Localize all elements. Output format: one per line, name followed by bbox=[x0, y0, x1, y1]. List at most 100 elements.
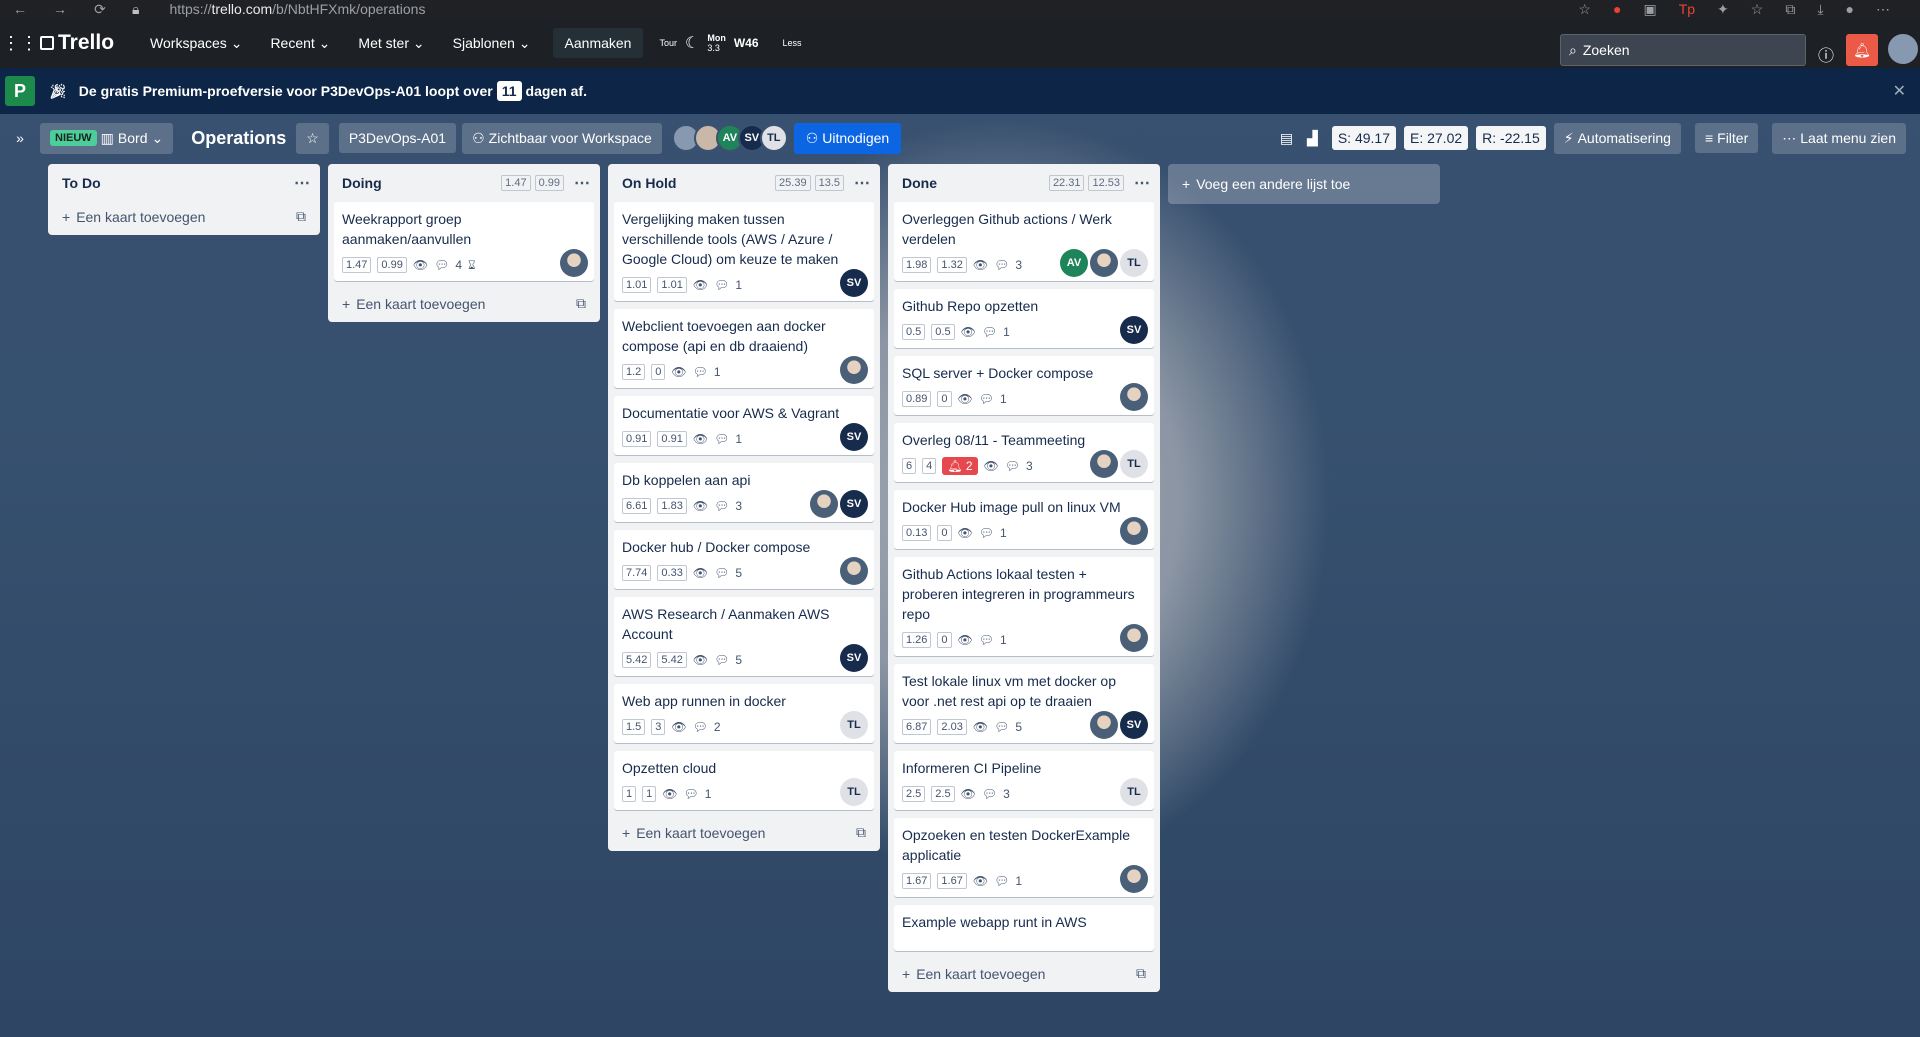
menu-workspaces[interactable]: Workspaces ⌄ bbox=[138, 29, 254, 58]
address-bar[interactable]: https://trello.com/b/NbtHFXmk/operations bbox=[169, 1, 425, 17]
card-template-icon[interactable]: ⧉ bbox=[576, 295, 586, 312]
menu-recent[interactable]: Recent ⌄ bbox=[258, 29, 342, 58]
chart-icon[interactable]: ▟ bbox=[1307, 130, 1318, 147]
member-sv[interactable]: SV bbox=[1120, 711, 1148, 739]
forward-icon[interactable]: → bbox=[40, 1, 80, 17]
card-template-icon[interactable]: ⧉ bbox=[296, 208, 306, 225]
filter-button[interactable]: ≡ Filter bbox=[1694, 123, 1759, 153]
list-icon[interactable]: ▤ bbox=[1280, 130, 1293, 147]
reload-icon[interactable]: ⟳ bbox=[80, 1, 120, 18]
card[interactable]: AWS Research / Aanmaken AWS Account 5.42 5… bbox=[614, 597, 874, 676]
view-switcher[interactable]: NIEUW ▥ Bord ⌄ bbox=[40, 122, 174, 154]
workspace-badge[interactable]: P bbox=[5, 76, 35, 106]
automation-button[interactable]: ⚡︎ Automatisering bbox=[1553, 122, 1681, 154]
weather-widget[interactable]: Tour ☾ Mon 3.3 W46 Less bbox=[659, 33, 801, 53]
card[interactable]: Test lokale linux vm met docker op voor … bbox=[894, 664, 1154, 743]
list-header[interactable]: Done 22.31 12.53 ⋯ bbox=[888, 164, 1160, 202]
card[interactable]: Web app runnen in docker 1.5 3 👁︎ 💬︎ 2 TL bbox=[614, 684, 874, 743]
add-card-button[interactable]: + Een kaart toevoegen ⧉ bbox=[888, 959, 1160, 986]
member-tl[interactable]: TL bbox=[1120, 778, 1148, 806]
favorites-icon[interactable]: ☆ bbox=[1751, 1, 1764, 18]
profile-icon[interactable]: ● bbox=[1846, 1, 1854, 18]
add-card-button[interactable]: + Een kaart toevoegen ⧉ bbox=[48, 202, 320, 229]
card[interactable]: Example webapp runt in AWS bbox=[894, 905, 1154, 951]
show-menu-button[interactable]: ⋯ Laat menu zien bbox=[1772, 122, 1906, 154]
add-list-button[interactable]: + Voeg een andere lijst toe bbox=[1168, 164, 1440, 204]
member-sv[interactable]: SV bbox=[840, 490, 868, 518]
expand-sidebar-icon[interactable]: » bbox=[0, 130, 40, 146]
card[interactable]: Overleg 08/11 - Teammeeting 6 4 🔔︎ 2 👁︎ 💬︎ 3 TL bbox=[894, 423, 1154, 482]
card[interactable]: Github Repo opzetten 0.5 0.5 👁︎ 💬︎ 1 SV bbox=[894, 289, 1154, 348]
extension-icon[interactable]: ▣ bbox=[1643, 1, 1656, 18]
member-sv[interactable]: SV bbox=[840, 644, 868, 672]
member-sv[interactable]: SV bbox=[1120, 316, 1148, 344]
card[interactable]: Opzetten cloud 1 1 👁︎ 💬︎ 1 TL bbox=[614, 751, 874, 810]
create-button[interactable]: Aanmaken bbox=[552, 28, 644, 58]
board-title[interactable]: Operations bbox=[179, 128, 296, 149]
visibility-button[interactable]: ⚇ Zichtbaar voor Workspace bbox=[462, 122, 662, 154]
apps-grid-icon[interactable]: ⋮⋮ bbox=[0, 33, 40, 54]
list-title[interactable]: To Do bbox=[62, 175, 284, 191]
list-header[interactable]: Doing 1.47 0.99 ⋯ bbox=[328, 164, 600, 202]
member-tl[interactable]: TL bbox=[759, 124, 788, 152]
avatar[interactable] bbox=[1090, 450, 1118, 478]
member-tl[interactable]: TL bbox=[840, 778, 868, 806]
list-header[interactable]: To Do ⋯ bbox=[48, 164, 320, 202]
back-icon[interactable]: ← bbox=[0, 1, 40, 17]
info-icon[interactable]: ⓘ bbox=[1818, 42, 1834, 66]
avatar[interactable] bbox=[1090, 249, 1118, 277]
workspace-button[interactable]: P3DevOps-A01 bbox=[338, 123, 457, 153]
avatar[interactable] bbox=[560, 249, 588, 277]
bell-icon[interactable]: 🔔︎ bbox=[1846, 34, 1878, 66]
add-card-button[interactable]: + Een kaart toevoegen ⧉ bbox=[608, 818, 880, 845]
card[interactable]: SQL server + Docker compose 0.89 0 👁︎ 💬︎ 1 bbox=[894, 356, 1154, 415]
avatar[interactable] bbox=[1090, 711, 1118, 739]
avatar[interactable] bbox=[1120, 865, 1148, 893]
collections-icon[interactable]: ⧉ bbox=[1785, 1, 1795, 18]
extension-icon[interactable]: Tp bbox=[1679, 1, 1695, 18]
card-template-icon[interactable]: ⧉ bbox=[1136, 965, 1146, 982]
card[interactable]: Vergelijking maken tussen verschillende … bbox=[614, 202, 874, 301]
list-menu-icon[interactable]: ⋯ bbox=[574, 173, 590, 193]
list-title[interactable]: Done bbox=[902, 175, 1045, 191]
avatar[interactable] bbox=[1120, 383, 1148, 411]
invite-button[interactable]: ⚇ Uitnodigen bbox=[793, 122, 902, 154]
trello-logo[interactable]: Trello bbox=[40, 31, 114, 55]
card[interactable]: Github Actions lokaal testen + proberen … bbox=[894, 557, 1154, 656]
member-tl[interactable]: TL bbox=[840, 711, 868, 739]
list-menu-icon[interactable]: ⋯ bbox=[294, 173, 310, 193]
search-input[interactable]: ⌕ Zoeken bbox=[1560, 34, 1806, 66]
avatar[interactable] bbox=[840, 356, 868, 384]
card[interactable]: Weekrapport groep aanmaken/aanvullen 1.47… bbox=[334, 202, 594, 281]
download-icon[interactable]: ⤓ bbox=[1817, 1, 1823, 18]
card[interactable]: Db koppelen aan api 6.61 1.83 👁︎ 💬︎ 3 SV bbox=[614, 463, 874, 522]
member-tl[interactable]: TL bbox=[1120, 450, 1148, 478]
card[interactable]: Overleggen Github actions / Werk verdele… bbox=[894, 202, 1154, 281]
list-menu-icon[interactable]: ⋯ bbox=[1134, 173, 1150, 193]
menu-starred[interactable]: Met ster ⌄ bbox=[346, 29, 436, 58]
list-title[interactable]: Doing bbox=[342, 175, 497, 191]
list-header[interactable]: On Hold 25.39 13.5 ⋯ bbox=[608, 164, 880, 202]
star-add-icon[interactable]: ☆ bbox=[1578, 1, 1591, 18]
more-icon[interactable]: ⋯ bbox=[1876, 1, 1890, 18]
member-av[interactable]: AV bbox=[1060, 249, 1088, 277]
list-menu-icon[interactable]: ⋯ bbox=[854, 173, 870, 193]
star-button[interactable]: ☆ bbox=[296, 122, 329, 154]
avatar[interactable] bbox=[1120, 517, 1148, 545]
add-card-button[interactable]: + Een kaart toevoegen ⧉ bbox=[328, 289, 600, 316]
list-title[interactable]: On Hold bbox=[622, 175, 771, 191]
card-template-icon[interactable]: ⧉ bbox=[856, 824, 866, 841]
avatar[interactable] bbox=[1888, 34, 1918, 64]
extension-icon[interactable]: ● bbox=[1613, 1, 1621, 18]
avatar[interactable] bbox=[840, 557, 868, 585]
card[interactable]: Docker hub / Docker compose 7.74 0.33 👁︎ 💬︎ 5 bbox=[614, 530, 874, 589]
member-tl[interactable]: TL bbox=[1120, 249, 1148, 277]
puzzle-icon[interactable]: ✦ bbox=[1717, 1, 1729, 18]
card[interactable]: Informeren CI Pipeline 2.5 2.5 👁︎ 💬︎ 3 TL bbox=[894, 751, 1154, 810]
card[interactable]: Opzoeken en testen DockerExample applica… bbox=[894, 818, 1154, 897]
card[interactable]: Docker Hub image pull on linux VM 0.13 0 👁︎… bbox=[894, 490, 1154, 549]
card[interactable]: Webclient toevoegen aan docker compose (… bbox=[614, 309, 874, 388]
avatar[interactable] bbox=[810, 490, 838, 518]
close-icon[interactable]: ✕ bbox=[1893, 81, 1906, 101]
member-sv[interactable]: SV bbox=[840, 423, 868, 451]
